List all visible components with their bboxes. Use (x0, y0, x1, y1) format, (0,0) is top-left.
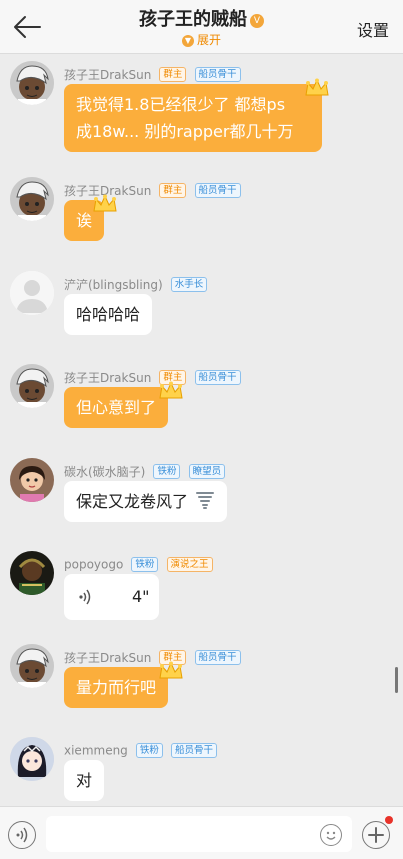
settings-button[interactable]: 设置 (357, 17, 389, 41)
tornado-icon (196, 492, 215, 509)
avatar[interactable] (10, 364, 54, 408)
plus-button[interactable] (362, 821, 390, 849)
crown-icon (93, 194, 117, 212)
title-area: 孩子王的贼船 V (0, 5, 403, 31)
group-title: 孩子王的贼船 (139, 9, 247, 30)
message-bubble[interactable]: 量力而行吧 (64, 667, 169, 708)
message-bubble[interactable]: 我觉得1.8已经很少了 都想ps 成18w... 别的rapper都几十万 (64, 84, 322, 152)
message-bubble[interactable]: 哈哈哈哈 (64, 294, 153, 335)
chat-header: 孩子王的贼船 V ▼ 展开 设置 (0, 0, 403, 54)
avatar[interactable] (10, 737, 54, 781)
sender-name[interactable]: 碳水(碳水脑子) (64, 465, 145, 479)
notification-dot (385, 816, 393, 824)
message-bubble[interactable]: 对 (64, 760, 105, 801)
avatar[interactable] (10, 644, 54, 688)
scrollbar[interactable] (395, 667, 398, 693)
sender-name[interactable]: 孩子王DrakSun (64, 68, 151, 82)
message-meta: 孩子王DrakSun 群主 船员骨干 (64, 367, 241, 385)
emoji-button[interactable] (320, 824, 342, 846)
crown-icon (305, 78, 329, 96)
sender-name[interactable]: 浐浐(blingsbling) (64, 278, 163, 292)
message-input[interactable] (46, 816, 352, 852)
message-text: 哈哈哈哈 (76, 305, 141, 324)
message-meta: 孩子王DrakSun 群主 船员骨干 (64, 64, 241, 82)
message-text-line: 成18w... 别的rapper都几十万 (76, 122, 294, 141)
voice-wave-icon (79, 589, 91, 605)
role-tag: 铁粉 (131, 557, 159, 572)
message-meta: 孩子王DrakSun 群主 船员骨干 (64, 180, 241, 198)
role-tag: 铁粉 (135, 743, 163, 758)
avatar[interactable] (10, 271, 54, 315)
voice-button[interactable] (8, 821, 36, 849)
voice-icon (16, 827, 28, 843)
avatar[interactable] (10, 177, 54, 221)
message-meta: 孩子王DrakSun 群主 船员骨干 (64, 647, 241, 665)
role-tag: 水手长 (170, 277, 208, 292)
verified-badge-icon: V (250, 14, 264, 28)
message-list[interactable]: 孩子王DrakSun 群主 船员骨干 我觉得1.8已经很少了 都想ps 成18w… (0, 55, 403, 803)
message-bubble[interactable]: 保定又龙卷风了 (64, 481, 228, 522)
message-meta: xiemmeng 铁粉 船员骨干 (64, 740, 218, 758)
message-text: 保定又龙卷风了 (76, 492, 189, 511)
sender-name[interactable]: xiemmeng (64, 744, 128, 758)
role-tag: 船员骨干 (194, 650, 241, 665)
chevron-down-icon: ▼ (181, 35, 194, 47)
role-tag: 船员骨干 (194, 67, 241, 82)
role-tag: 船员骨干 (194, 370, 241, 385)
emoji-icon (326, 831, 336, 840)
avatar[interactable] (10, 551, 54, 595)
sender-name[interactable]: popoyogo (64, 558, 123, 572)
input-bar (0, 806, 403, 859)
plus-icon (368, 827, 384, 843)
role-tag: 船员骨干 (171, 743, 218, 758)
sender-name[interactable]: 孩子王DrakSun (64, 371, 151, 385)
role-tag: 演说之王 (166, 557, 213, 572)
message-meta: 浐浐(blingsbling) 水手长 (64, 274, 208, 292)
message-meta: popoyogo 铁粉 演说之王 (64, 554, 213, 572)
role-tag: 群主 (159, 183, 187, 198)
role-tag: 船员骨干 (194, 183, 241, 198)
sender-name[interactable]: 孩子王DrakSun (64, 651, 151, 665)
role-tag: 群主 (159, 67, 187, 82)
message-text: 对 (76, 771, 93, 790)
message-text: 诶 (76, 211, 93, 230)
message-bubble[interactable]: 但心意到了 (64, 387, 169, 428)
crown-icon (159, 381, 183, 399)
voice-duration: 4" (132, 587, 150, 606)
message-text: 但心意到了 (76, 398, 157, 417)
avatar[interactable] (10, 61, 54, 105)
message-text: 量力而行吧 (76, 678, 157, 697)
avatar[interactable] (10, 458, 54, 502)
expand-button[interactable]: ▼ 展开 (0, 31, 403, 48)
role-tag: 铁粉 (153, 464, 181, 479)
role-tag: 瞭望员 (188, 464, 226, 479)
expand-label: 展开 (196, 33, 221, 47)
voice-message-bubble[interactable]: 4" (64, 574, 159, 620)
message-meta: 碳水(碳水脑子) 铁粉 瞭望员 (64, 461, 226, 479)
crown-icon (159, 661, 183, 679)
message-text-line: 我觉得1.8已经很少了 都想ps (76, 95, 286, 114)
